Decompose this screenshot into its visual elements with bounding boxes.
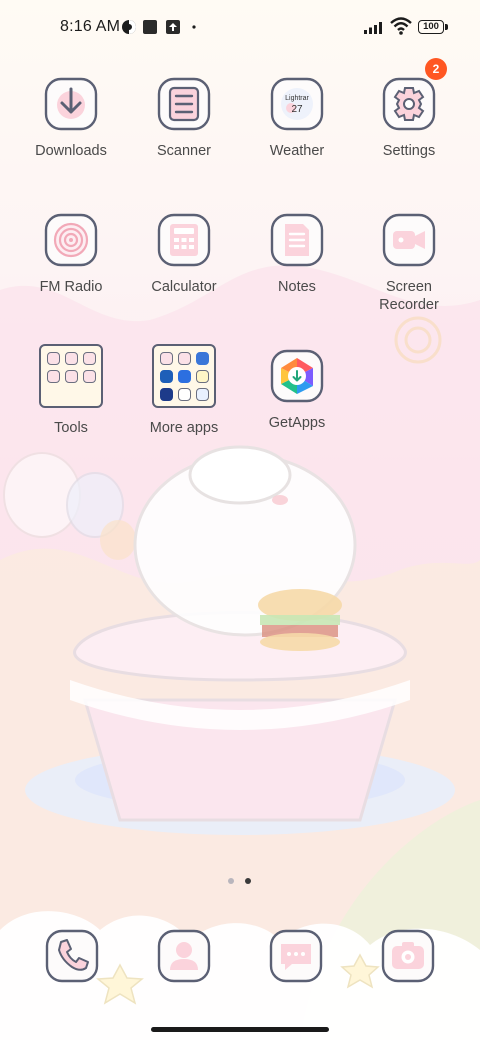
page-dot-2 [245,878,251,884]
battery-tip [445,24,448,30]
dock-messages[interactable] [268,928,324,984]
weather-temperature-text: 27 [291,104,303,115]
folder-tools[interactable]: Tools [21,344,121,437]
square-notification-icon [143,20,157,34]
app-getapps[interactable]: GetApps [247,348,347,432]
dock-contacts[interactable] [156,928,212,984]
app-label: Tools [54,420,88,436]
battery-level: 100 [423,21,439,32]
folder-icon [152,344,216,408]
chat-bubble-icon [269,929,323,983]
app-scanner[interactable]: Scanner [134,76,234,160]
app-label: FM Radio [39,279,103,295]
app-calculator[interactable]: Calculator [134,212,234,296]
app-fm-radio[interactable]: FM Radio [21,212,121,296]
app-notes[interactable]: Notes [247,212,347,296]
app-label: Downloads [35,143,107,159]
page-dot-1 [228,878,234,884]
app-weather[interactable]: Lightrar 27 Weather [247,76,347,160]
folder-more-apps[interactable]: More apps [134,344,234,437]
radio-icon [44,213,98,267]
calculator-icon [157,213,211,267]
folder-icon [39,344,103,408]
contacts-icon [157,929,211,983]
scanner-icon [157,77,211,131]
app-label: More apps [149,420,219,436]
gear-icon [382,77,436,131]
getapps-icon [270,349,324,403]
dock-phone[interactable] [44,928,100,984]
app-label: Notes [278,279,316,295]
status-time: 8:16 AM [60,18,121,35]
download-arrow-icon [44,77,98,131]
battery-icon: 100 [418,20,444,34]
wifi-icon [390,17,412,35]
upload-notification-icon [166,20,180,34]
camera-icon [381,929,435,983]
app-downloads[interactable]: Downloads [21,76,121,160]
app-label: Settings [382,143,436,159]
dot-icon [192,25,196,29]
notes-icon [270,213,324,267]
dock-camera[interactable] [380,928,436,984]
app-screen-recorder[interactable]: Screen Recorder [359,212,459,314]
video-camera-icon [382,213,436,267]
app-label: Calculator [151,279,217,295]
gesture-nav-handle[interactable] [151,1027,329,1032]
app-settings[interactable]: 2 Settings [359,58,459,160]
app-label: Weather [269,143,325,159]
app-label: GetApps [268,415,326,431]
weather-location-text: Lightrar [285,95,309,102]
status-bar: 8:16 AM 100 [0,0,480,56]
notification-badge: 2 [425,58,447,80]
phone-icon [45,929,99,983]
app-label: Screen Recorder [379,279,439,313]
vpn-icon [122,20,136,34]
app-label: Scanner [156,143,211,159]
signal-icon [364,22,382,34]
